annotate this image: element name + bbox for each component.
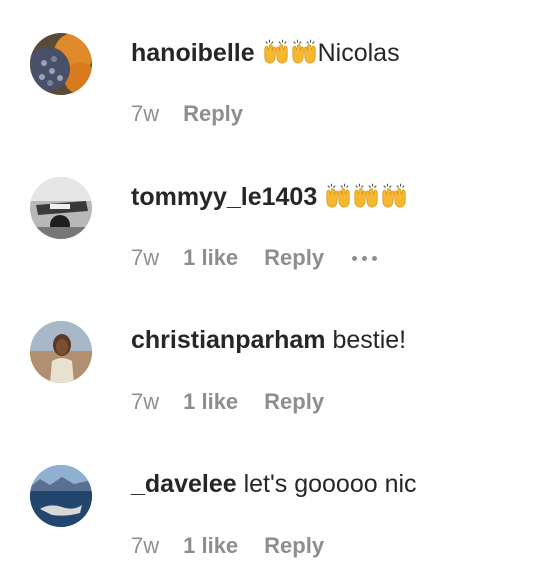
comment-username[interactable]: hanoibelle — [131, 39, 255, 67]
comment-time[interactable]: 7w — [131, 245, 159, 271]
comment-time[interactable]: 7w — [131, 389, 159, 415]
comment-item: _davelee let's gooooo nic 7w 1 like Repl… — [0, 432, 549, 576]
comment-time[interactable]: 7w — [131, 101, 159, 127]
comment-username[interactable]: _davelee — [131, 470, 237, 498]
comment-item: tommyy_le1403 7w 1 like Reply — [0, 144, 549, 288]
avatar[interactable] — [30, 33, 92, 95]
comment-text-line: tommyy_le1403 — [131, 181, 408, 216]
likes-count[interactable]: 1 like — [183, 389, 238, 415]
reply-button[interactable]: Reply — [264, 533, 324, 559]
comment-item: hanoibelle Nicolas 7w Reply — [0, 0, 549, 144]
reply-button[interactable]: Reply — [264, 245, 324, 271]
comment-time[interactable]: 7w — [131, 533, 159, 559]
avatar[interactable] — [30, 321, 92, 383]
reply-button[interactable]: Reply — [264, 389, 324, 415]
raising-hands-emoji-icon — [352, 181, 380, 216]
likes-count[interactable]: 1 like — [183, 533, 238, 559]
comment-text-line: christianparham bestie! — [131, 325, 406, 355]
likes-count[interactable]: 1 like — [183, 245, 238, 271]
comment-text-line: _davelee let's gooooo nic — [131, 469, 417, 499]
avatar-image-icon — [30, 321, 92, 383]
comment-body: bestie! — [332, 326, 407, 354]
avatar[interactable] — [30, 465, 92, 527]
raising-hands-emoji-icon — [290, 37, 318, 72]
comment-username[interactable]: christianparham — [131, 326, 326, 354]
comment-body: let's gooooo nic — [243, 470, 417, 498]
avatar[interactable] — [30, 177, 92, 239]
comment-meta: 7w Reply — [131, 101, 243, 127]
comment-meta: 7w 1 like Reply — [131, 245, 378, 271]
avatar-image-icon — [30, 33, 92, 95]
raising-hands-emoji-icon — [380, 181, 408, 216]
raising-hands-emoji-icon — [262, 37, 290, 72]
reply-button[interactable]: Reply — [183, 101, 243, 127]
avatar-image-icon — [30, 465, 92, 527]
comment-meta: 7w 1 like Reply — [131, 533, 324, 559]
comment-item: christianparham bestie! 7w 1 like Reply — [0, 288, 549, 432]
comment-body: Nicolas — [317, 39, 400, 67]
avatar-image-icon — [30, 177, 92, 239]
comment-meta: 7w 1 like Reply — [131, 389, 324, 415]
more-options-icon[interactable] — [352, 255, 378, 261]
comment-text-line: hanoibelle Nicolas — [131, 37, 400, 72]
raising-hands-emoji-icon — [324, 181, 352, 216]
comment-username[interactable]: tommyy_le1403 — [131, 183, 317, 211]
